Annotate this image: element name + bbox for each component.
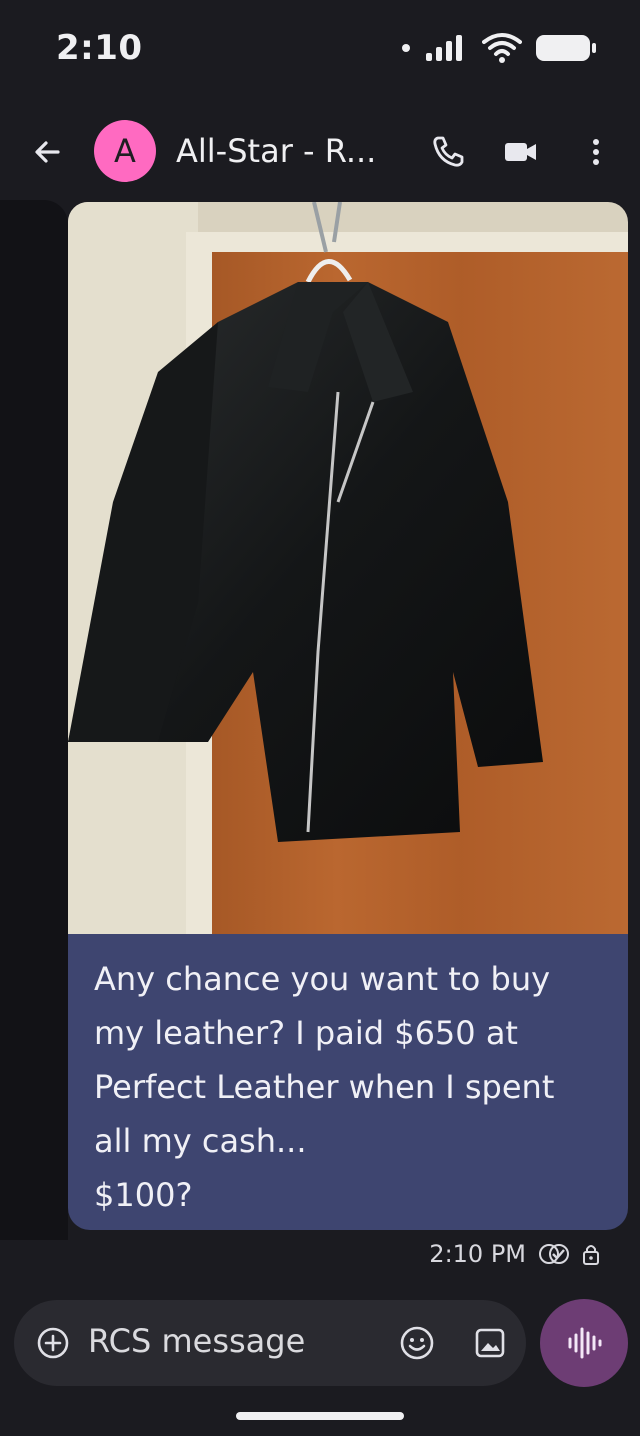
video-camera-icon[interactable] <box>502 134 538 170</box>
signal-icon <box>426 35 462 61</box>
status-time: 2:10 <box>56 28 143 68</box>
message-timestamp: 2:10 PM <box>429 1240 526 1268</box>
emoji-icon[interactable] <box>398 1324 436 1362</box>
message-photo[interactable] <box>68 202 628 934</box>
notification-dot-icon <box>402 44 410 52</box>
avatar-letter: A <box>114 132 136 170</box>
leather-jacket-photo <box>68 202 628 934</box>
plus-circle-icon[interactable] <box>36 1326 70 1360</box>
lock-icon <box>583 1245 599 1265</box>
image-icon[interactable] <box>472 1325 508 1361</box>
avatar[interactable]: A <box>94 120 156 182</box>
status-icons <box>402 32 596 64</box>
thread-edge <box>0 200 68 1240</box>
double-check-icon <box>539 1244 569 1264</box>
home-indicator[interactable] <box>236 1412 404 1420</box>
message-text: Any chance you want to buy my leather? I… <box>94 960 555 1214</box>
voice-message-button[interactable] <box>540 1299 628 1387</box>
phone-icon[interactable] <box>430 134 466 170</box>
message-composer[interactable]: RCS message <box>14 1300 526 1386</box>
battery-icon <box>536 35 596 61</box>
status-bar: 2:10 <box>0 0 640 100</box>
message-input[interactable]: RCS message <box>88 1322 305 1360</box>
voice-waveform-icon <box>568 1327 602 1359</box>
contact-name[interactable]: All-Star - R... <box>176 132 376 170</box>
message-meta: 2:10 PM <box>429 1240 600 1268</box>
wifi-icon <box>482 33 522 63</box>
more-vertical-icon[interactable] <box>578 134 614 170</box>
message-bubble[interactable]: Any chance you want to buy my leather? I… <box>68 934 628 1230</box>
arrow-left-icon[interactable] <box>28 132 68 172</box>
